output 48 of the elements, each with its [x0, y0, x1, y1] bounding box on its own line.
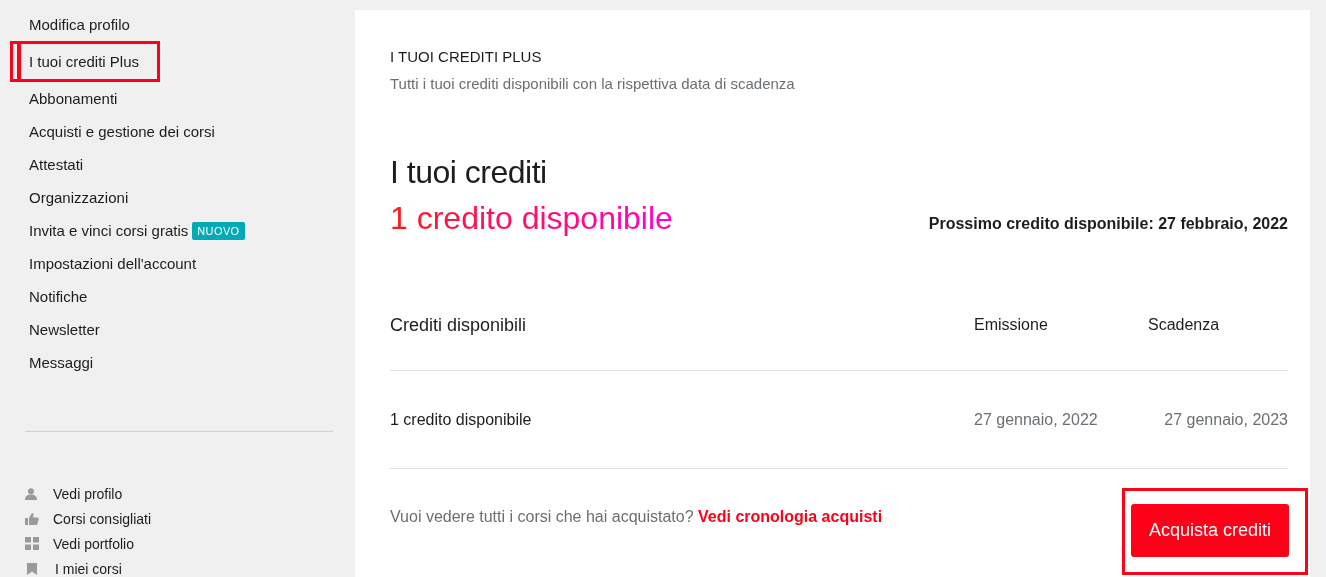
sidebar-item[interactable]: Messaggi [13, 349, 157, 376]
sidebar-item[interactable]: Acquisti e gestione dei corsi [13, 118, 215, 145]
item-label: Attestati [29, 156, 84, 173]
sidebar-item[interactable]: Abbonamenti [13, 85, 157, 112]
sidebar-link[interactable]: I miei corsi [25, 559, 333, 577]
item-label: Modifica profilo [29, 16, 130, 33]
column-header: Crediti disponibili [390, 314, 528, 336]
table-cell-text: 1 credito disponibile [390, 410, 533, 429]
history-prompt: Vuoi vedere tutti i corsi che hai acquistato? Vedi cronologia acquisti [390, 507, 883, 526]
link-label: Vedi profilo [53, 485, 123, 502]
section-subtitle: Tutti i tuoi crediti disponibili con la rispettiva data di scadenza [390, 75, 796, 92]
sidebar-link[interactable]: Vedi portfolio [25, 534, 333, 553]
sidebar-item[interactable]: Organizzazioni [13, 184, 157, 211]
bookmark-icon [27, 562, 37, 575]
item-label: Newsletter [29, 321, 100, 338]
link-label: I miei corsi [55, 560, 122, 577]
thumbs-up-icon [25, 512, 39, 525]
column-header: Scadenza [1148, 316, 1221, 334]
item-label: Notifiche [29, 288, 88, 305]
link-label: Corsi consigliati [53, 510, 152, 527]
item-label: Impostazioni dell'account [29, 255, 197, 272]
item-label: Organizzazioni [29, 189, 129, 206]
item-label: I tuoi crediti Plus [29, 53, 140, 70]
person-icon [25, 487, 37, 500]
sidebar-item[interactable]: I tuoi crediti Plus [17, 44, 157, 79]
column-header: Emissione [974, 316, 1049, 334]
sidebar-item[interactable]: Invita e vinci corsi gratis NUOVO [13, 217, 245, 244]
item-label: Invita e vinci corsi gratis [29, 222, 189, 239]
new-badge: NUOVO [192, 221, 245, 240]
buy-credits-button[interactable]: Acquista crediti [1130, 504, 1289, 557]
sidebar-item[interactable]: Notifiche [13, 283, 157, 310]
sidebar-link[interactable]: Vedi profilo [25, 484, 333, 503]
link-label: Vedi portfolio [53, 535, 134, 552]
credits-heading: I tuoi crediti [390, 154, 548, 191]
item-label: Abbonamenti [29, 90, 118, 107]
table-cell-text: 27 gennaio, 2022 [974, 410, 1099, 429]
grid-icon [25, 537, 39, 550]
next-credit-date: Prossimo credito disponibile: 27 febbraio, 2022 [928, 215, 1288, 233]
sidebar-item[interactable]: Newsletter [13, 316, 157, 343]
item-label: Messaggi [29, 354, 94, 371]
item-label: Acquisti e gestione dei corsi [29, 123, 215, 140]
sidebar-item[interactable]: Modifica profilo [13, 11, 157, 38]
sidebar-item[interactable]: Attestati [13, 151, 157, 178]
sidebar-link[interactable]: Corsi consigliati [25, 509, 333, 528]
section-title: I TUOI CREDITI PLUS [390, 48, 543, 67]
history-link[interactable]: Vedi cronologia acquisti [698, 508, 883, 525]
sidebar-item[interactable]: Impostazioni dell'account [13, 250, 197, 277]
table-cell-text: 27 gennaio, 2023 [1163, 410, 1288, 429]
